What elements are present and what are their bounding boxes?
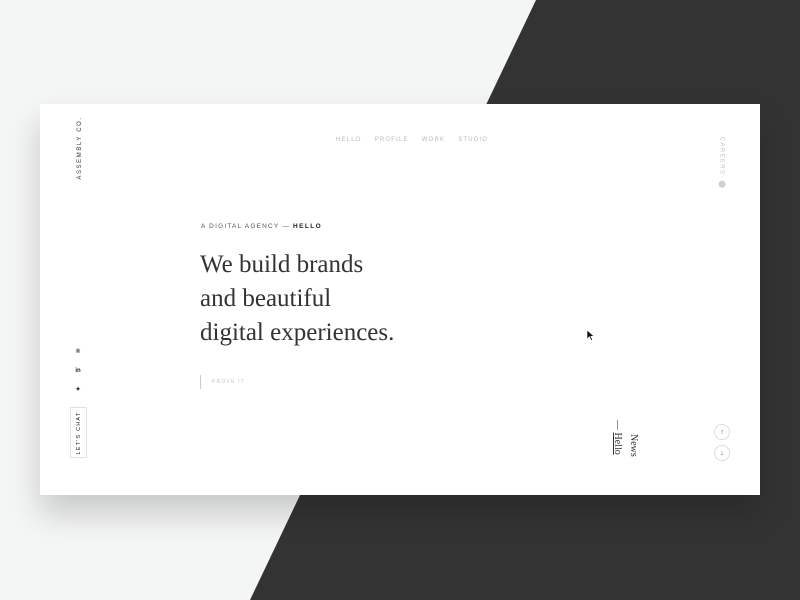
nav-item-profile[interactable]: PROFILE: [375, 137, 409, 143]
arrow-up-icon[interactable]: ↑: [714, 424, 730, 440]
brand-logo[interactable]: ASSEMBLY CO.: [77, 116, 83, 179]
slide-hello-dash: —: [612, 420, 623, 433]
careers-label: CAREERS: [719, 136, 725, 176]
eyebrow-strong: HELLO: [293, 223, 323, 230]
social-links: ® in ✦: [72, 342, 84, 399]
dribbble-icon[interactable]: ®: [72, 342, 84, 361]
twitter-icon[interactable]: ✦: [72, 380, 84, 399]
main-nav: HELLO PROFILE WORK STUDIO: [336, 137, 488, 143]
slide-hello-label: Hello: [612, 432, 623, 455]
lets-chat-button[interactable]: LET'S CHAT: [70, 407, 87, 458]
hero-headline: We build brands and beautiful digital ex…: [200, 248, 500, 350]
nav-item-hello[interactable]: HELLO: [336, 137, 362, 143]
careers-badge-icon: [718, 180, 726, 188]
nav-item-work[interactable]: WORK: [422, 137, 445, 143]
prove-it-link[interactable]: PROVE IT: [200, 375, 245, 389]
slide-news[interactable]: News: [628, 434, 639, 457]
headline-line-2: and beautiful: [200, 285, 332, 312]
mouse-cursor-icon: [587, 330, 595, 341]
lets-chat-label: LET'S CHAT: [75, 411, 82, 454]
linkedin-icon[interactable]: in: [72, 361, 84, 380]
arrow-down-icon[interactable]: ↓: [714, 445, 730, 461]
headline-line-3: digital experiences.: [200, 319, 395, 346]
eyebrow-text: A DIGITAL AGENCY —: [201, 223, 291, 230]
slide-navigation: — Hello News: [604, 420, 644, 470]
pager: ↑ ↓: [714, 424, 730, 466]
nav-item-studio[interactable]: STUDIO: [458, 137, 488, 143]
hero-eyebrow: A DIGITAL AGENCY — HELLO: [201, 223, 322, 230]
headline-line-1: We build brands: [200, 251, 364, 278]
careers-link[interactable]: CAREERS: [718, 136, 726, 188]
slide-hello[interactable]: — Hello: [612, 420, 623, 455]
